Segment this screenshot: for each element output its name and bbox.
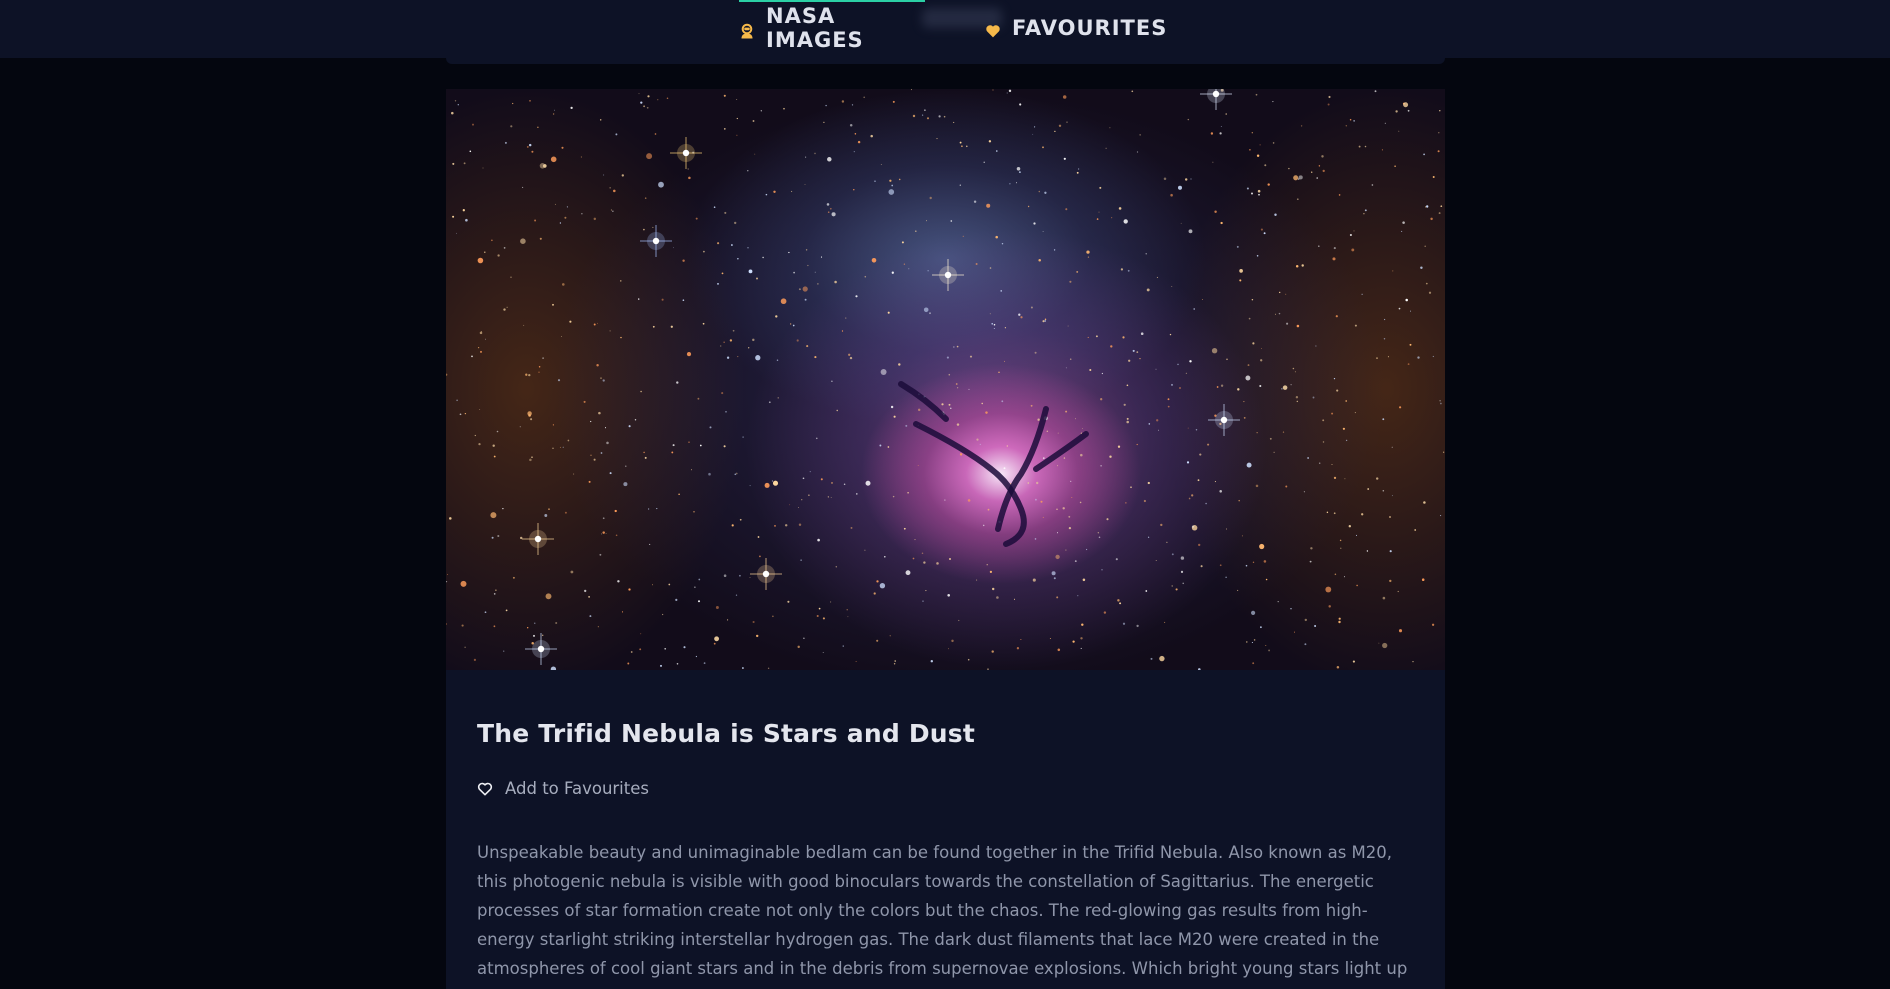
add-to-favourites-button[interactable]: Add to Favourites — [477, 779, 649, 798]
header-panel — [446, 0, 1445, 64]
apod-card: The Trifid Nebula is Stars and Dust Add … — [446, 89, 1445, 989]
nav-label: FAVOURITES — [1012, 16, 1168, 40]
heart-icon — [985, 20, 1001, 38]
heart-outline-icon — [477, 782, 493, 795]
article-description: Unspeakable beauty and unimaginable bedl… — [477, 843, 1408, 989]
nebula-image[interactable] — [446, 89, 1445, 670]
astronaut-icon — [739, 20, 755, 39]
star-field — [446, 89, 1445, 670]
nav-label: NASA IMAGES — [766, 4, 864, 52]
article-title: The Trifid Nebula is Stars and Dust — [477, 719, 976, 748]
nav-nasa-images[interactable]: NASA IMAGES — [739, 0, 925, 56]
add-to-favourites-label: Add to Favourites — [505, 779, 649, 798]
nav-favourites[interactable]: FAVOURITES — [985, 0, 1167, 56]
